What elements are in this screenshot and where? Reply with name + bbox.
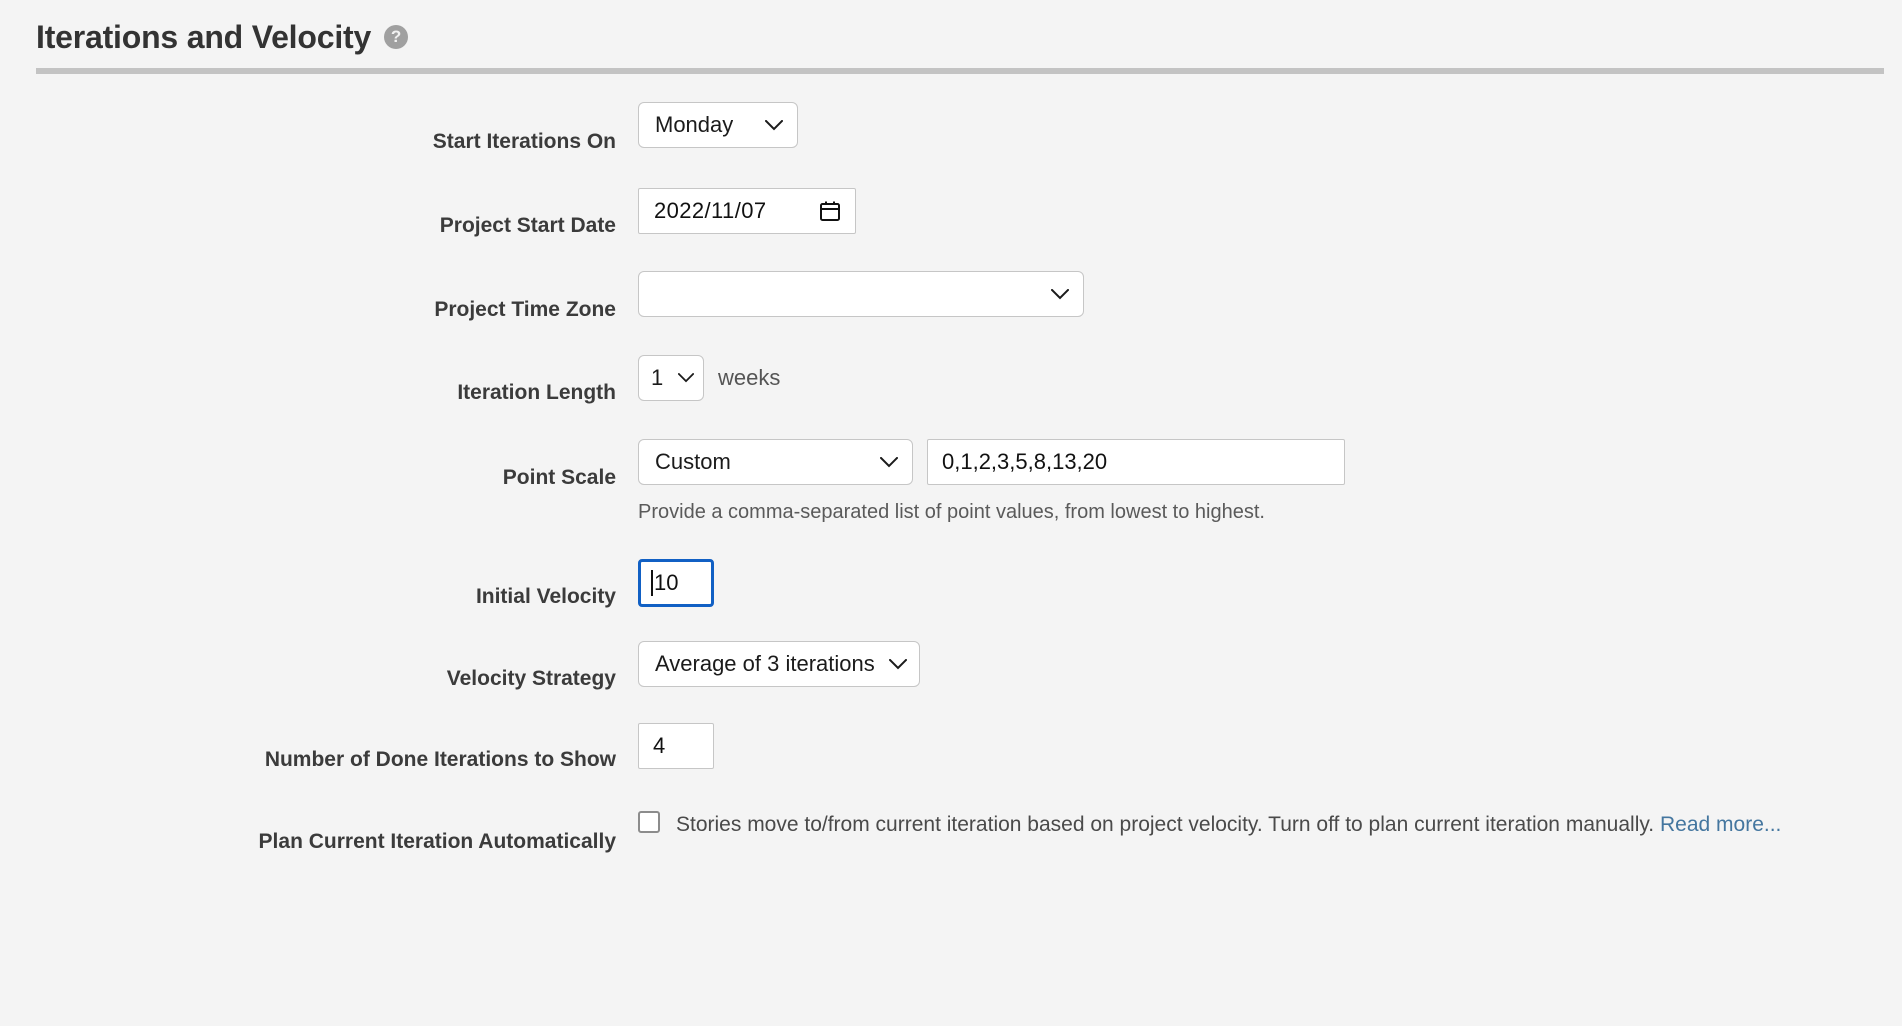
settings-page: Iterations and Velocity ? Start Iteratio… — [0, 0, 1902, 1026]
initial-velocity-value: 10 — [654, 570, 679, 595]
row-done-iterations-to-show: Number of Done Iterations to Show 4 — [0, 723, 1902, 805]
start-iterations-on-value: Monday — [655, 112, 734, 137]
row-project-start-date: Project Start Date 2022/11/07 — [0, 188, 1902, 271]
text-caret — [651, 570, 653, 596]
start-iterations-on-select[interactable]: Monday — [638, 102, 798, 148]
plan-current-iteration-checkbox[interactable] — [638, 811, 660, 833]
row-start-iterations-on: Start Iterations On Monday — [0, 102, 1902, 188]
chevron-down-icon — [765, 119, 783, 130]
plan-current-iteration-description: Stories move to/from current iteration b… — [676, 805, 1781, 846]
point-scale-helper-text: Provide a comma-separated list of point … — [638, 501, 1265, 523]
plan-current-iteration-description-text: Stories move to/from current iteration b… — [676, 813, 1660, 836]
point-scale-controls: Custom 0,1,2,3,5,8,13,20 — [638, 439, 1345, 485]
chevron-down-icon — [1051, 288, 1069, 299]
field-done-iterations-to-show: 4 — [638, 723, 714, 769]
row-project-time-zone: Project Time Zone — [0, 271, 1902, 355]
label-velocity-strategy: Velocity Strategy — [446, 667, 616, 690]
label-project-start-date: Project Start Date — [439, 214, 616, 237]
field-plan-current-iteration: Stories move to/from current iteration b… — [638, 805, 1781, 846]
label-point-scale: Point Scale — [502, 466, 616, 489]
page-title: Iterations and Velocity — [36, 19, 372, 55]
field-project-start-date: 2022/11/07 — [638, 188, 856, 234]
point-scale-select[interactable]: Custom — [638, 439, 913, 485]
chevron-down-icon — [888, 658, 907, 669]
read-more-link[interactable]: Read more... — [1660, 813, 1781, 836]
done-iterations-to-show-input[interactable]: 4 — [638, 723, 714, 769]
row-velocity-strategy: Velocity Strategy Average of 3 iteration… — [0, 641, 1902, 723]
velocity-strategy-value: Average of 3 iterations — [655, 651, 875, 676]
row-point-scale: Point Scale Custom 0,1,2,3,5,8,13,20 Pro… — [0, 439, 1902, 525]
iterations-velocity-form: Start Iterations On Monday Project Start… — [0, 74, 1902, 854]
page-header: Iterations and Velocity ? — [0, 0, 1902, 58]
label-iteration-length: Iteration Length — [457, 381, 616, 404]
chevron-down-icon — [880, 456, 898, 467]
project-start-date-input[interactable]: 2022/11/07 — [638, 188, 856, 234]
label-done-iterations-to-show: Number of Done Iterations to Show — [264, 748, 616, 771]
field-initial-velocity: 10 — [638, 559, 714, 607]
label-project-time-zone: Project Time Zone — [434, 298, 616, 321]
label-start-iterations-on: Start Iterations On — [432, 130, 616, 153]
point-scale-custom-input[interactable]: 0,1,2,3,5,8,13,20 — [927, 439, 1345, 485]
point-scale-value: Custom — [655, 449, 731, 474]
label-plan-current-iteration: Plan Current Iteration Automatically — [258, 830, 616, 853]
initial-velocity-input[interactable]: 10 — [638, 559, 714, 607]
field-point-scale: Custom 0,1,2,3,5,8,13,20 Provide a comma… — [638, 439, 1345, 525]
calendar-icon[interactable] — [819, 200, 841, 222]
field-start-iterations-on: Monday — [638, 102, 798, 148]
row-iteration-length: Iteration Length 1 weeks — [0, 355, 1902, 439]
row-plan-current-iteration: Plan Current Iteration Automatically Sto… — [0, 805, 1902, 854]
field-velocity-strategy: Average of 3 iterations — [638, 641, 920, 687]
iteration-length-unit: weeks — [718, 365, 781, 390]
field-iteration-length: 1 weeks — [638, 355, 780, 401]
velocity-strategy-select[interactable]: Average of 3 iterations — [638, 641, 920, 687]
project-start-date-value: 2022/11/07 — [654, 198, 767, 223]
iteration-length-select[interactable]: 1 — [638, 355, 704, 401]
project-time-zone-select[interactable] — [638, 271, 1084, 317]
row-initial-velocity: Initial Velocity 10 — [0, 559, 1902, 641]
field-project-time-zone — [638, 271, 1084, 317]
help-icon[interactable]: ? — [384, 25, 409, 49]
label-initial-velocity: Initial Velocity — [475, 585, 616, 608]
iteration-length-value: 1 — [651, 365, 664, 390]
chevron-down-icon — [678, 373, 694, 383]
